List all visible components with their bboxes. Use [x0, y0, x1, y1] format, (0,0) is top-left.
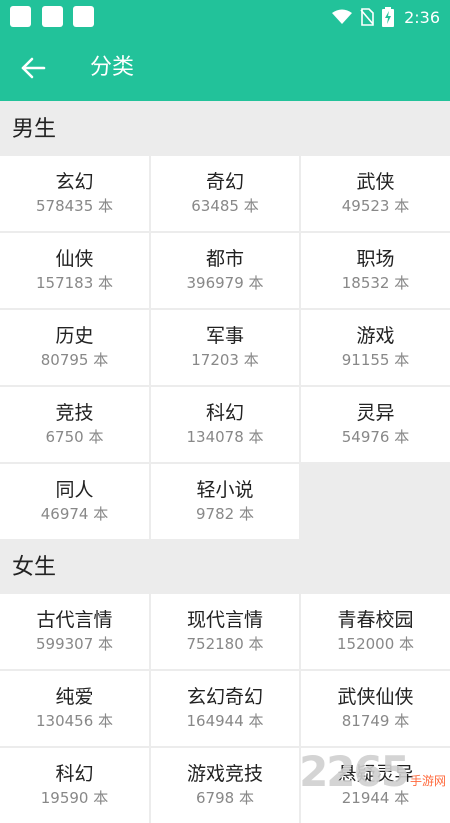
- category-cell[interactable]: 都市 396979 本: [151, 233, 299, 308]
- category-grid: 玄幻 578435 本 奇幻 63485 本 武侠 49523 本仙侠 157183 本 都市…: [0, 156, 450, 539]
- category-cell[interactable]: 灵异 54976 本: [301, 387, 450, 462]
- no-sim-icon: [360, 8, 374, 26]
- category-count: 81749 本: [341, 712, 410, 730]
- category-cell[interactable]: 科幻 134078 本: [151, 387, 299, 462]
- watermark-site: 手游网: [409, 774, 446, 788]
- category-list: 男生 玄幻 578435 本 奇幻 63485 本 武侠 49523 本仙侠 157183 …: [0, 101, 450, 823]
- category-count: 752180 本: [186, 635, 264, 653]
- category-name: 科幻: [205, 402, 244, 424]
- category-name: 玄幻: [55, 171, 94, 193]
- category-cell[interactable]: 游戏竞技 6798 本: [151, 748, 299, 823]
- category-count: 599307 本: [35, 635, 114, 653]
- category-cell[interactable]: 古代言情 599307 本: [0, 594, 149, 669]
- category-name: 仙侠: [55, 248, 94, 270]
- category-name: 轻小说: [196, 479, 254, 501]
- category-count: 164944 本: [186, 712, 264, 730]
- category-cell[interactable]: 竞技 6750 本: [0, 387, 149, 462]
- category-name: 竞技: [55, 402, 94, 424]
- category-cell[interactable]: 青春校园 152000 本: [301, 594, 450, 669]
- category-cell[interactable]: 武侠仙侠 81749 本: [301, 671, 450, 746]
- category-cell[interactable]: 轻小说 9782 本: [151, 464, 299, 539]
- category-cell[interactable]: 游戏 91155 本: [301, 310, 450, 385]
- category-cell[interactable]: 职场 18532 本: [301, 233, 450, 308]
- notification-icon: [10, 6, 31, 27]
- category-cell[interactable]: 科幻 19590 本: [0, 748, 149, 823]
- category-name: 现代言情: [186, 609, 263, 631]
- category-cell[interactable]: 武侠 49523 本: [301, 156, 450, 231]
- category-name: 历史: [55, 325, 94, 347]
- category-count: 19590 本: [40, 789, 109, 807]
- category-count: 46974 本: [40, 505, 109, 523]
- section-header: 女生: [0, 539, 450, 594]
- category-cell[interactable]: 现代言情 752180 本: [151, 594, 299, 669]
- category-count: 578435 本: [35, 197, 114, 215]
- category-name: 科幻: [55, 763, 94, 785]
- section-male: 男生 玄幻 578435 本 奇幻 63485 本 武侠 49523 本仙侠 157183 …: [0, 101, 450, 539]
- category-name: 灵异: [356, 402, 395, 424]
- category-count: 63485 本: [191, 197, 259, 215]
- watermark-number: 2265: [299, 747, 410, 796]
- category-count: 91155 本: [341, 351, 410, 369]
- category-name: 同人: [55, 479, 94, 501]
- category-cell[interactable]: 历史 80795 本: [0, 310, 149, 385]
- category-cell[interactable]: 军事 17203 本: [151, 310, 299, 385]
- category-count: 157183 本: [35, 274, 114, 292]
- category-count: 6798 本: [196, 789, 254, 807]
- category-name: 青春校园: [337, 609, 414, 631]
- battery-charging-icon: [382, 7, 395, 27]
- category-name: 职场: [356, 248, 395, 270]
- category-name: 纯爱: [55, 686, 94, 708]
- page-title: 分类: [90, 55, 135, 80]
- category-count: 134078 本: [186, 428, 264, 446]
- category-name: 古代言情: [36, 609, 113, 631]
- notification-icon: [73, 6, 94, 27]
- category-name: 都市: [205, 248, 244, 270]
- category-count: 54976 本: [341, 428, 410, 446]
- category-name: 武侠仙侠: [337, 686, 414, 708]
- category-name: 游戏: [356, 325, 395, 347]
- arrow-left-icon[interactable]: [18, 54, 48, 82]
- category-cell[interactable]: 仙侠 157183 本: [0, 233, 149, 308]
- category-count: 152000 本: [336, 635, 415, 653]
- notification-icon: [42, 6, 63, 27]
- app-bar: 分类: [0, 34, 450, 101]
- category-cell[interactable]: 同人 46974 本: [0, 464, 149, 539]
- category-cell[interactable]: 奇幻 63485 本: [151, 156, 299, 231]
- status-time: 2:36: [404, 7, 440, 27]
- category-count: 17203 本: [191, 351, 259, 369]
- category-count: 130456 本: [35, 712, 114, 730]
- category-count: 396979 本: [186, 274, 264, 292]
- category-name: 游戏竞技: [186, 763, 263, 785]
- category-cell[interactable]: 纯爱 130456 本: [0, 671, 149, 746]
- category-name: 玄幻奇幻: [186, 686, 263, 708]
- section-header: 男生: [0, 101, 450, 156]
- category-name: 奇幻: [205, 171, 244, 193]
- watermark-logo: 2265 手游网: [299, 751, 446, 793]
- category-count: 18532 本: [341, 274, 410, 292]
- category-count: 49523 本: [341, 197, 410, 215]
- category-count: 80795 本: [40, 351, 109, 369]
- status-bar: 2:36: [0, 0, 450, 34]
- category-count: 6750 本: [45, 428, 104, 446]
- category-cell[interactable]: 玄幻奇幻 164944 本: [151, 671, 299, 746]
- wifi-icon: [332, 9, 353, 24]
- category-cell[interactable]: 玄幻 578435 本: [0, 156, 149, 231]
- category-name: 武侠: [356, 171, 395, 193]
- category-count: 9782 本: [196, 505, 254, 523]
- category-name: 军事: [205, 325, 244, 347]
